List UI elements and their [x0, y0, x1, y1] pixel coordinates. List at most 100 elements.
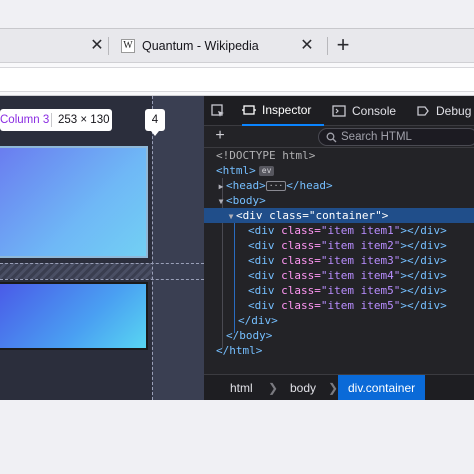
- devtools-toolbar: Inspector Console Debug: [204, 96, 474, 126]
- div-close-tag: </div>: [406, 299, 447, 312]
- markup-line-doctype[interactable]: <!DOCTYPE html>: [204, 148, 474, 163]
- tab-previous[interactable]: ✕: [0, 29, 108, 63]
- tab-console[interactable]: Console: [332, 96, 408, 126]
- markup-line-body-close[interactable]: </body>: [204, 328, 474, 343]
- element-picker-icon: [211, 104, 224, 117]
- badge-divider: [51, 113, 52, 127]
- tab-inspector[interactable]: Inspector: [242, 96, 324, 126]
- div-close-tag: </div>: [406, 284, 447, 297]
- div-open-tag: <div: [248, 299, 282, 312]
- grid-area-dimensions: 253 × 130: [58, 114, 110, 126]
- grid-line-vertical: [152, 96, 153, 400]
- body-close-tag: </body>: [226, 329, 273, 342]
- markup-view: <!DOCTYPE html> <html> ev ▶ <head> ··· </hea…: [204, 148, 474, 374]
- breadcrumb-html[interactable]: html: [230, 375, 253, 401]
- markup-line-body[interactable]: ▼ <body>: [204, 193, 474, 208]
- tag-close-bracket: >: [400, 239, 407, 252]
- tag-close-bracket: >: [400, 299, 407, 312]
- class-attribute: class=: [281, 284, 321, 297]
- tab-debugger[interactable]: Debug: [416, 96, 474, 126]
- grid-column-4-area: [152, 96, 204, 400]
- div-close-tag: </div>: [238, 314, 278, 327]
- html-close-tag: </html>: [216, 344, 263, 357]
- div-close-tag: </div>: [406, 269, 447, 282]
- markup-toolbar: + Search HTML: [204, 126, 474, 148]
- tab-separator: [327, 37, 328, 55]
- console-icon: [332, 105, 346, 117]
- markup-line-container-selected[interactable]: ▼ <div class="container">: [204, 208, 474, 223]
- tab-inspector-label: Inspector: [262, 103, 312, 117]
- tag-close-bracket: >: [400, 254, 407, 267]
- tab-quantum-wikipedia[interactable]: W Quantum - Wikipedia ✕: [109, 29, 327, 63]
- collapsed-ellipsis[interactable]: ···: [265, 181, 287, 191]
- doctype-text: <!DOCTYPE html>: [216, 149, 316, 162]
- class-attribute: class=: [281, 224, 321, 237]
- breadcrumb-separator-icon: ❯: [328, 381, 339, 395]
- class-attribute: class=: [281, 239, 321, 252]
- div-open-tag: <div: [248, 224, 282, 237]
- tab-debugger-label: Debug: [436, 104, 472, 118]
- collapse-triangle-icon[interactable]: ▼: [216, 194, 226, 209]
- tag-close-bracket: >: [400, 224, 407, 237]
- page-backdrop: [0, 400, 474, 474]
- markup-line-item[interactable]: <div class="item item5"></div>: [204, 283, 474, 298]
- markup-line-item[interactable]: <div class="item item5"></div>: [204, 298, 474, 313]
- grid-line-number-badge: 4: [145, 109, 165, 136]
- div-open-tag: <div: [248, 254, 282, 267]
- grid-line-horizontal: [0, 263, 204, 264]
- class-value: "container": [308, 209, 382, 222]
- div-close-tag: </div>: [406, 224, 447, 237]
- markup-line-html[interactable]: <html> ev: [204, 163, 474, 178]
- page-viewport: Column 3 253 × 130 4: [0, 96, 204, 400]
- head-open-tag: <head>: [226, 179, 266, 192]
- breadcrumb-div-container[interactable]: div.container: [338, 375, 426, 401]
- close-tab-icon[interactable]: ✕: [300, 38, 314, 54]
- markup-line-div-close[interactable]: </div>: [204, 313, 474, 328]
- breadcrumb: html ❯ body ❯ div.container: [204, 374, 474, 401]
- search-placeholder: Search HTML: [341, 131, 412, 143]
- collapse-triangle-icon[interactable]: ▼: [226, 209, 236, 224]
- navigation-bar: [0, 62, 474, 96]
- markup-line-item[interactable]: <div class="item item4"></div>: [204, 268, 474, 283]
- screenshot-frame: ✕ W Quantum - Wikipedia ✕ + Column 3 253…: [0, 0, 474, 474]
- div-open-tag: <div: [248, 239, 282, 252]
- tab-console-label: Console: [352, 104, 397, 118]
- markup-line-item[interactable]: <div class="item item1"></div>: [204, 223, 474, 238]
- new-tab-button[interactable]: +: [332, 33, 354, 57]
- div-open-tag: <div: [248, 269, 282, 282]
- grid-item-2[interactable]: [0, 282, 148, 350]
- body-open-tag: <body>: [226, 194, 266, 207]
- tag-close-bracket: >: [400, 284, 407, 297]
- search-html-input[interactable]: Search HTML: [318, 128, 474, 146]
- close-tab-icon[interactable]: ✕: [90, 38, 104, 54]
- div-close-tag: </div>: [406, 254, 447, 267]
- markup-line-html-close[interactable]: </html>: [204, 343, 474, 358]
- html-tag: <html>: [216, 164, 256, 177]
- debugger-icon: [417, 106, 429, 116]
- tag-close-bracket: >: [381, 209, 389, 222]
- grid-area-name: Column 3: [0, 114, 50, 126]
- grid-area-badge: Column 3 253 × 130: [0, 109, 112, 131]
- class-attribute: class=: [269, 209, 309, 222]
- class-value: "item item3": [320, 254, 401, 267]
- url-field[interactable]: [0, 67, 474, 92]
- class-attribute: class=: [281, 269, 321, 282]
- breadcrumb-body[interactable]: body: [290, 375, 316, 401]
- class-value: "item item5": [320, 284, 401, 297]
- class-value: "item item2": [320, 239, 401, 252]
- grid-item-1[interactable]: [0, 146, 148, 258]
- event-badge[interactable]: ev: [258, 166, 275, 176]
- class-attribute: class=: [281, 299, 321, 312]
- devtools-panel: Inspector Console Debug + Search HTML <!…: [204, 96, 474, 401]
- element-picker-button[interactable]: [210, 96, 234, 126]
- markup-line-head[interactable]: ▶ <head> ··· </head>: [204, 178, 474, 193]
- class-value: "item item1": [320, 224, 401, 237]
- tab-strip: ✕ W Quantum - Wikipedia ✕ +: [0, 28, 474, 62]
- markup-line-item[interactable]: <div class="item item2"></div>: [204, 238, 474, 253]
- div-open-tag: <div: [236, 209, 270, 222]
- add-node-button[interactable]: +: [212, 127, 228, 145]
- markup-line-item[interactable]: <div class="item item3"></div>: [204, 253, 474, 268]
- class-value: "item item5": [320, 299, 401, 312]
- expand-triangle-icon[interactable]: ▶: [216, 179, 226, 194]
- div-close-tag: </div>: [406, 239, 447, 252]
